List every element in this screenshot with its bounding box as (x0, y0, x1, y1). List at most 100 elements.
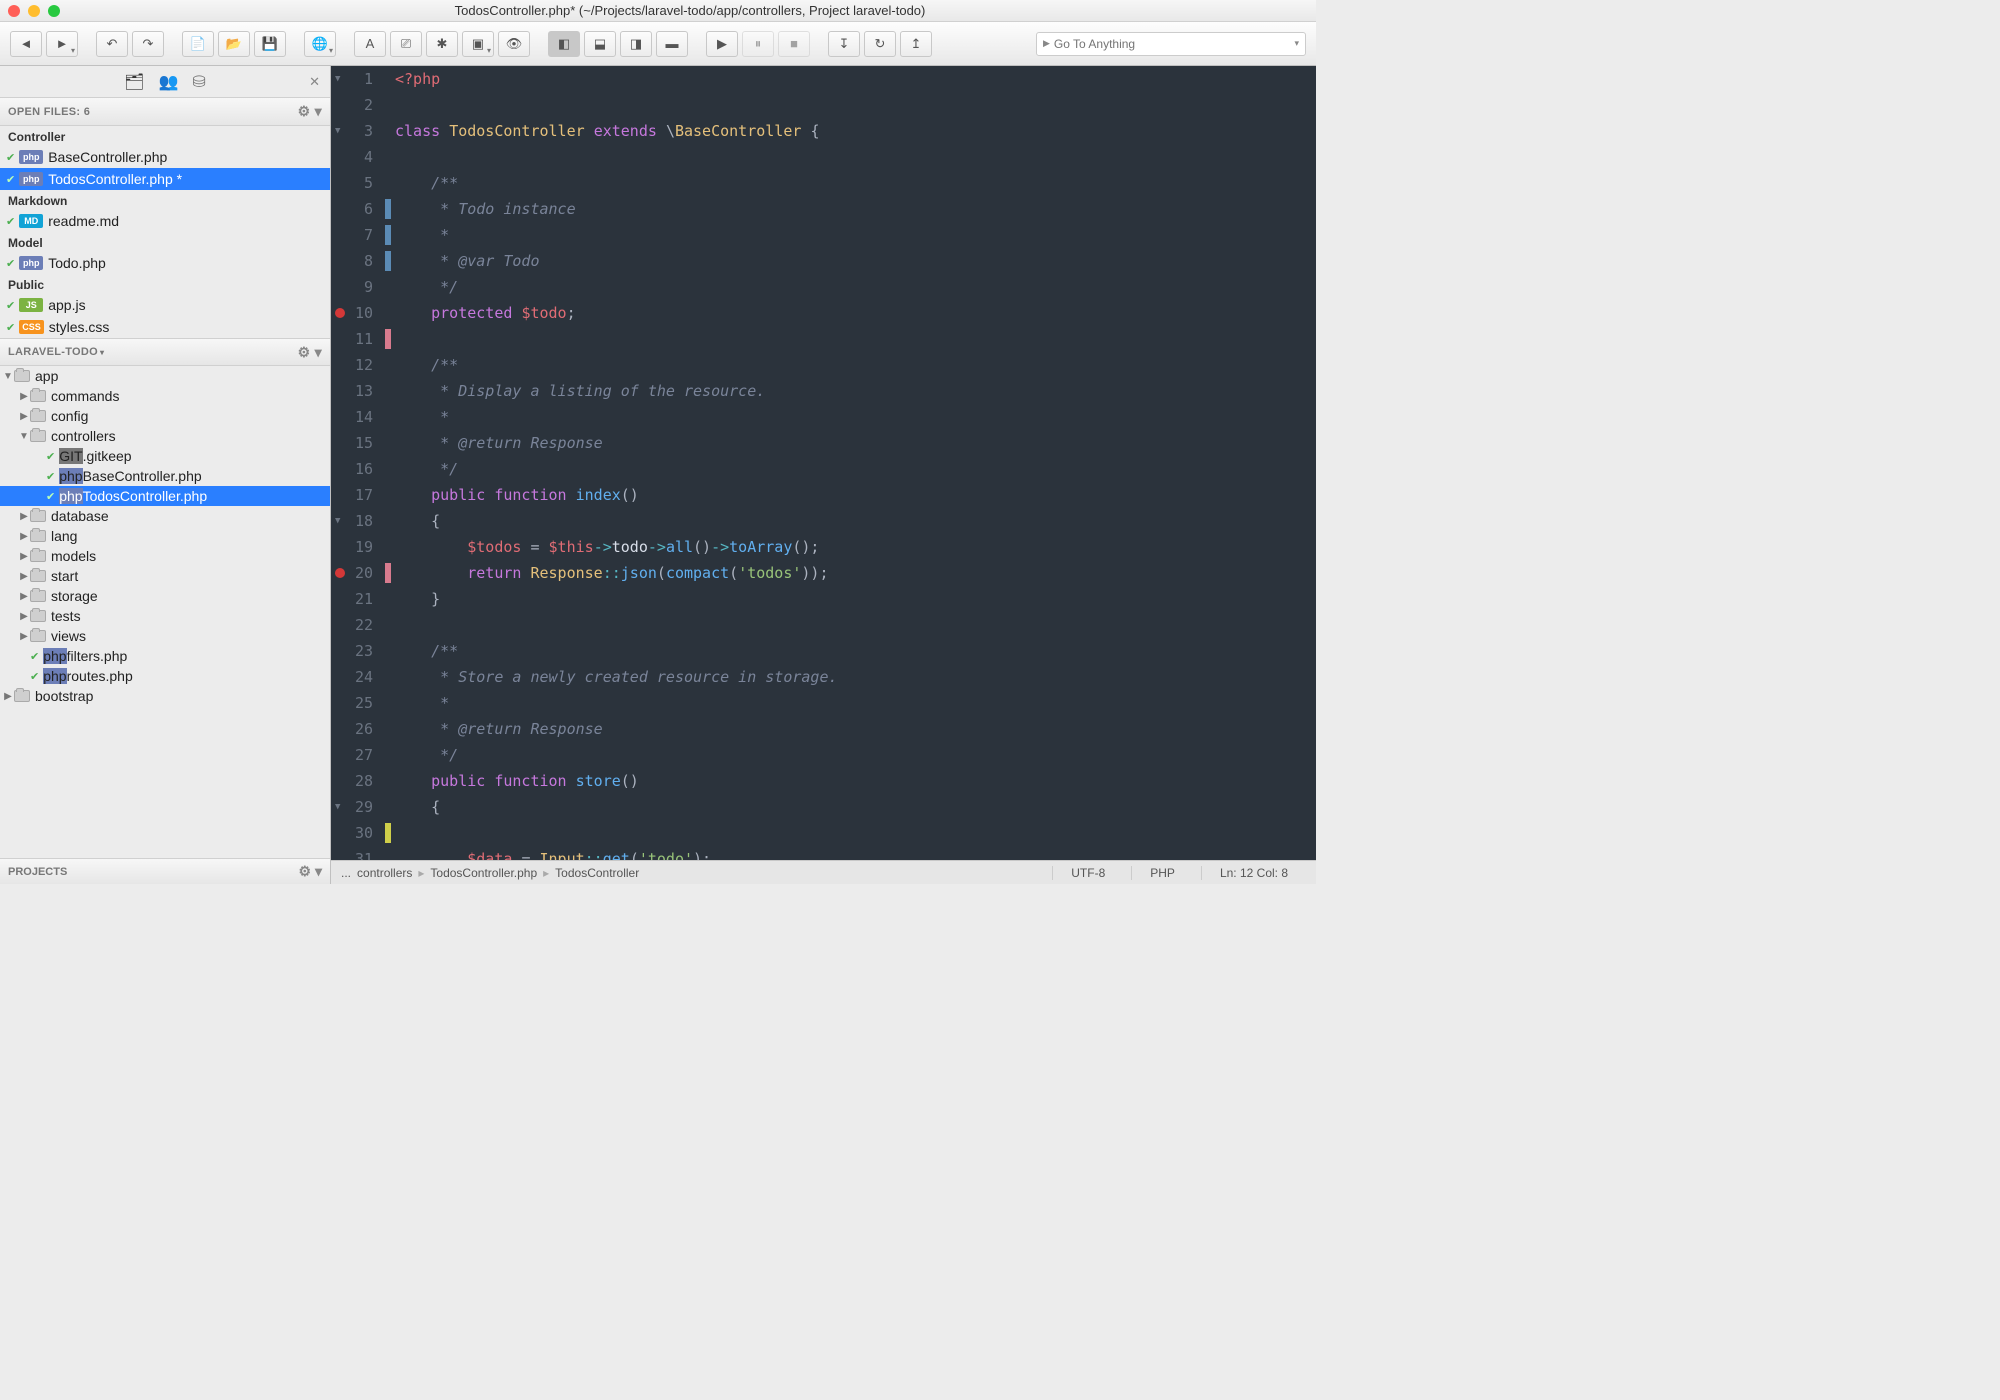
panel-bottom-button[interactable]: ⬓ (584, 31, 616, 57)
tree-lang[interactable]: ▶lang (0, 526, 330, 546)
php-badge: php (59, 488, 82, 504)
folder-icon (30, 530, 46, 542)
breadcrumb[interactable]: ... controllers▸ TodosController.php▸ To… (341, 866, 639, 880)
folder-icon (30, 510, 46, 522)
tree-filters[interactable]: ✔phpfilters.php (0, 646, 330, 666)
folder-icon (30, 390, 46, 402)
dropdown-icon: ▾ (1294, 38, 1299, 49)
step-button[interactable]: ↧ (828, 31, 860, 57)
back-button[interactable]: ◄ (10, 31, 42, 57)
sidebar: 🗂 👥 ⛁ ✕ OPEN FILES: 6 ⚙ ▾ Controller ✔ p… (0, 66, 331, 884)
goto-anything[interactable]: ▶ ▾ (1036, 32, 1306, 56)
text-tool-button[interactable]: A (354, 31, 386, 57)
tree-gitkeep[interactable]: ✔GIT.gitkeep (0, 446, 330, 466)
open-file-todo[interactable]: ✔ php Todo.php (0, 252, 330, 274)
tree-commands[interactable]: ▶commands (0, 386, 330, 406)
new-file-button[interactable]: 📄 (182, 31, 214, 57)
check-icon: ✔ (46, 470, 55, 483)
tree-bootstrap[interactable]: ▶bootstrap (0, 686, 330, 706)
toolbar: ◄ ► ↶ ↷ 📄 📂 💾 🌐 A ⎚ ✱ ▣ 👁 ◧ ⬓ ◨ ▬ ▶ ⏸ ■ … (0, 22, 1316, 66)
check-icon: ✔ (6, 151, 15, 164)
step-over-button[interactable]: ↻ (864, 31, 896, 57)
play-button[interactable]: ▶ (706, 31, 738, 57)
gear-icon[interactable]: ⚙ ▾ (299, 863, 322, 880)
pause-button[interactable]: ⏸ (742, 31, 774, 57)
database-tab-icon[interactable]: ⛁ (192, 72, 205, 92)
crumb-3[interactable]: TodosController (555, 866, 639, 880)
tree-models[interactable]: ▶models (0, 546, 330, 566)
php-badge: php (19, 150, 43, 164)
tree-controllers[interactable]: ▼controllers (0, 426, 330, 446)
toggle-button-a[interactable]: ⎚ (390, 31, 422, 57)
tree-storage[interactable]: ▶storage (0, 586, 330, 606)
stop-button[interactable]: ■ (778, 31, 810, 57)
gear-icon[interactable]: ⚙ ▾ (298, 344, 322, 361)
open-file-todoscontroller[interactable]: ✔ php TodosController.php * (0, 168, 330, 190)
open-file-readme[interactable]: ✔ MD readme.md (0, 210, 330, 232)
crumb-2[interactable]: TodosController.php (430, 866, 537, 880)
group-markdown: Markdown (0, 190, 330, 210)
tree-todoscontroller[interactable]: ✔phpTodosController.php (0, 486, 330, 506)
tree-label: .gitkeep (83, 448, 132, 464)
panel-full-button[interactable]: ▬ (656, 31, 688, 57)
sidebar-tabs: 🗂 👥 ⛁ ✕ (0, 66, 330, 98)
tree-app[interactable]: ▼ app (0, 366, 330, 386)
panel-left-button[interactable]: ◧ (548, 31, 580, 57)
group-controller: Controller (0, 126, 330, 146)
status-bar: ... controllers▸ TodosController.php▸ To… (331, 860, 1316, 884)
undo-button[interactable]: ↶ (96, 31, 128, 57)
tree-tests[interactable]: ▶tests (0, 606, 330, 626)
people-tab-icon[interactable]: 👥 (158, 72, 178, 92)
php-badge: php (59, 468, 82, 484)
terminal-button[interactable]: ▣ (462, 31, 494, 57)
tree-label: start (51, 568, 78, 584)
open-file-button[interactable]: 📂 (218, 31, 250, 57)
close-sidebar-icon[interactable]: ✕ (309, 74, 320, 90)
projects-footer[interactable]: PROJECTS ⚙ ▾ (0, 858, 330, 884)
places-tab-icon[interactable]: 🗂 (124, 72, 144, 92)
titlebar: TodosController.php* (~/Projects/laravel… (0, 0, 1316, 22)
css-badge: CSS (19, 320, 44, 334)
project-header[interactable]: LARAVEL-TODO▾ ⚙ ▾ (0, 338, 330, 366)
tree-label: routes.php (67, 668, 133, 684)
tree-views[interactable]: ▶views (0, 626, 330, 646)
open-file-appjs[interactable]: ✔ JS app.js (0, 294, 330, 316)
minimize-window[interactable] (28, 5, 40, 17)
status-language[interactable]: PHP (1131, 866, 1193, 880)
php-badge: php (43, 668, 66, 684)
tree-database[interactable]: ▶database (0, 506, 330, 526)
zoom-window[interactable] (48, 5, 60, 17)
file-label: styles.css (49, 319, 110, 335)
tree-basecontroller[interactable]: ✔phpBaseController.php (0, 466, 330, 486)
editor-body[interactable]: ▼12▼34567891011121314151617▼181920212223… (331, 66, 1316, 860)
crumb-1[interactable]: controllers (357, 866, 412, 880)
tree-start[interactable]: ▶start (0, 566, 330, 586)
check-icon: ✔ (30, 650, 39, 663)
close-window[interactable] (8, 5, 20, 17)
folder-icon (30, 430, 46, 442)
gear-icon[interactable]: ⚙ ▾ (298, 103, 322, 120)
folder-icon (14, 370, 30, 382)
panel-right-button[interactable]: ◨ (620, 31, 652, 57)
tree-label: models (51, 548, 96, 564)
group-public: Public (0, 274, 330, 294)
tree-config[interactable]: ▶config (0, 406, 330, 426)
open-file-stylescss[interactable]: ✔ CSS styles.css (0, 316, 330, 338)
status-position[interactable]: Ln: 12 Col: 8 (1201, 866, 1306, 880)
file-label: readme.md (48, 213, 119, 229)
preview-button[interactable]: 👁 (498, 31, 530, 57)
save-button[interactable]: 💾 (254, 31, 286, 57)
snippet-button[interactable]: ✱ (426, 31, 458, 57)
status-encoding[interactable]: UTF-8 (1052, 866, 1123, 880)
projects-label: PROJECTS (8, 866, 67, 878)
editor: ▼12▼34567891011121314151617▼181920212223… (331, 66, 1316, 884)
tree-routes[interactable]: ✔phproutes.php (0, 666, 330, 686)
open-files-header[interactable]: OPEN FILES: 6 ⚙ ▾ (0, 98, 330, 126)
redo-button[interactable]: ↷ (132, 31, 164, 57)
browser-preview-button[interactable]: 🌐 (304, 31, 336, 57)
goto-input[interactable] (1054, 37, 1291, 51)
forward-button[interactable]: ► (46, 31, 78, 57)
open-file-basecontroller[interactable]: ✔ php BaseController.php (0, 146, 330, 168)
tree-label: commands (51, 388, 119, 404)
step-out-button[interactable]: ↥ (900, 31, 932, 57)
